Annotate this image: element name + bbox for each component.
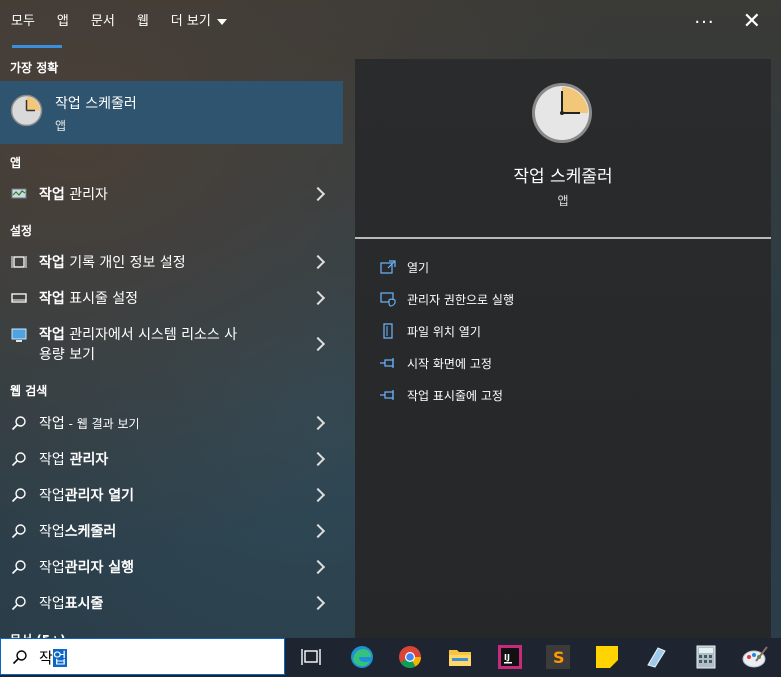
chevron-right-icon [310, 523, 326, 539]
web-item-6[interactable]: 작업표시줄 [0, 586, 343, 620]
action-pin-to-start[interactable]: 시작 화면에 고정 [377, 351, 492, 375]
sublime-text-icon[interactable]: S [545, 644, 571, 670]
close-icon[interactable]: ✕ [743, 11, 761, 33]
search-icon [10, 414, 28, 432]
apps-header: 앱 [10, 156, 22, 170]
search-icon [12, 650, 27, 665]
best-match-title: 작업 스케줄러 [55, 96, 137, 112]
app-item-task-manager[interactable]: 작업 관리자 [0, 177, 343, 211]
edge-browser-icon[interactable] [349, 644, 375, 670]
results-list: 가장 정확 작업 스케줄러 앱 앱 작업 관리자 설정 작업 기록 개인 정보 … [0, 48, 343, 638]
chevron-right-icon [310, 290, 326, 306]
task-scheduler-icon [532, 83, 592, 143]
documents-header: 문서 (5+) [10, 631, 66, 638]
tab-documents[interactable]: 문서 [80, 0, 126, 48]
web-item-4[interactable]: 작업스케줄러 [0, 514, 343, 548]
taskbar: 작업 IJ S [0, 638, 781, 677]
file-explorer-icon[interactable] [447, 644, 473, 670]
preview-subtitle: 앱 [557, 194, 569, 208]
chevron-right-icon [310, 186, 326, 202]
paint-app-icon[interactable] [742, 644, 768, 670]
monitor-icon [10, 326, 28, 344]
pin-icon [377, 387, 399, 403]
task-scheduler-icon [10, 94, 43, 127]
tab-web[interactable]: 웹 [126, 0, 160, 48]
web-item-3[interactable]: 작업관리자 열기 [0, 478, 343, 512]
best-match-header: 가장 정확 [10, 61, 59, 75]
filter-tabs: 모두 앱 문서 웹 더 보기 [0, 0, 781, 48]
search-icon [10, 594, 28, 612]
web-item-1[interactable]: 작업 - 웹 결과 보기 [0, 406, 343, 440]
search-icon [10, 450, 28, 468]
divider [355, 237, 771, 239]
chevron-right-icon [310, 415, 326, 431]
setting-item-resource-usage[interactable]: 작업 관리자에서 시스템 리소스 사 용량 보기 [0, 322, 343, 366]
action-open[interactable]: 열기 [377, 255, 429, 279]
chevron-right-icon [310, 559, 326, 575]
notes-app-icon[interactable] [643, 644, 669, 670]
sticky-notes-icon[interactable] [594, 644, 620, 670]
tab-all[interactable]: 모두 [0, 0, 62, 48]
action-run-as-admin[interactable]: 관리자 권한으로 실행 [377, 287, 514, 311]
chevron-right-icon [310, 487, 326, 503]
tab-more[interactable]: 더 보기 [160, 0, 238, 48]
activity-history-icon [10, 253, 28, 271]
web-item-2[interactable]: 작업 관리자 [0, 442, 343, 476]
taskbar-settings-icon [10, 289, 28, 307]
action-open-file-location[interactable]: 파일 위치 열기 [377, 319, 481, 343]
open-icon [377, 259, 399, 275]
best-match-subtitle: 앱 [55, 119, 67, 133]
pin-icon [377, 355, 399, 371]
chevron-right-icon [310, 451, 326, 467]
action-pin-to-taskbar[interactable]: 작업 표시줄에 고정 [377, 383, 503, 407]
preview-title: 작업 스케줄러 [513, 167, 613, 187]
web-search-header: 웹 검색 [10, 384, 48, 398]
chrome-browser-icon[interactable] [397, 644, 423, 670]
svg-text:IJ: IJ [504, 653, 510, 662]
preview-pane: 작업 스케줄러 앱 열기 관리자 권한으로 실행 파일 위치 열기 시작 화면에… [355, 59, 771, 638]
shield-icon [377, 291, 399, 307]
search-icon [10, 522, 28, 540]
jetbrains-ide-icon[interactable]: IJ [497, 644, 523, 670]
best-match-item[interactable]: 작업 스케줄러 앱 [0, 81, 343, 144]
chevron-right-icon [310, 336, 326, 352]
svg-text:S: S [553, 648, 565, 667]
chevron-right-icon [310, 595, 326, 611]
search-icon [10, 486, 28, 504]
calculator-icon[interactable] [693, 644, 719, 670]
caret-down-icon [216, 18, 227, 25]
search-input[interactable]: 작업 [0, 638, 285, 675]
web-item-5[interactable]: 작업관리자 실행 [0, 550, 343, 584]
file-location-icon [377, 323, 399, 339]
task-view-icon[interactable] [298, 644, 324, 670]
setting-item-taskbar[interactable]: 작업 표시줄 설정 [0, 281, 343, 315]
settings-header: 설정 [10, 224, 33, 238]
setting-item-activity-history[interactable]: 작업 기록 개인 정보 설정 [0, 245, 343, 279]
task-manager-icon [10, 185, 28, 203]
search-icon [10, 558, 28, 576]
tab-apps[interactable]: 앱 [46, 0, 80, 48]
more-options-icon[interactable]: ··· [694, 12, 714, 33]
chevron-right-icon [310, 254, 326, 270]
